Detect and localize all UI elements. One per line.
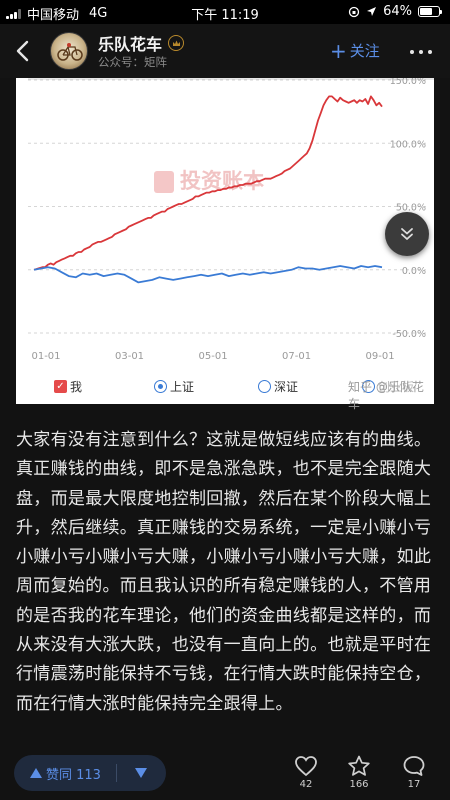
status-right: 64% <box>348 4 442 19</box>
battery-icon <box>418 6 442 17</box>
downvote-button[interactable] <box>117 768 165 778</box>
radio-selected-icon <box>154 380 167 393</box>
bicycle-icon <box>57 43 83 61</box>
scroll-down-button[interactable] <box>385 212 429 256</box>
bottom-action-bar: 赞同 113 42 166 17 <box>0 745 450 800</box>
follow-button[interactable]: + 关注 <box>330 40 380 61</box>
legend-label: 深证 <box>274 380 299 394</box>
zhihu-watermark: 知乎 @乐队花车 <box>348 380 424 411</box>
radio-icon <box>258 380 271 393</box>
location-icon <box>367 7 377 16</box>
comment-button[interactable]: 17 <box>396 755 432 790</box>
x-tick-label: 05-01 <box>199 351 228 362</box>
vote-control: 赞同 113 <box>14 755 166 791</box>
like-button[interactable]: 42 <box>288 755 324 790</box>
upvote-label: 赞同 113 <box>46 767 101 783</box>
chart-svg: 150.0%100.0%50.0%0.0%-50.0%投资账本01-01 03-0… <box>28 78 434 362</box>
series-line-shanghai <box>33 265 383 284</box>
legend-item-mine[interactable]: ✓ 我 <box>54 378 82 395</box>
account-header: 乐队花车 公众号：矩阵 + 关注 <box>0 24 450 78</box>
comment-bubble-icon <box>403 756 425 776</box>
watermark-logo-icon <box>154 171 174 193</box>
triangle-up-icon <box>30 768 42 778</box>
lock-rotation-icon <box>348 6 360 17</box>
x-tick-label: 03-01 <box>115 351 144 362</box>
back-arrow-icon[interactable] <box>12 38 34 64</box>
more-options-icon[interactable] <box>410 50 432 54</box>
like-count: 42 <box>299 779 313 790</box>
legend-item-shenzhen[interactable]: 深证 <box>258 378 298 395</box>
double-chevron-down-icon <box>401 228 413 240</box>
checkbox-icon: ✓ <box>54 380 67 393</box>
verified-badge-icon <box>168 35 185 51</box>
legend-item-shanghai[interactable]: 上证 <box>154 378 194 395</box>
account-name[interactable]: 乐队花车 <box>98 31 185 55</box>
y-tick-label: 100.0% <box>390 139 426 150</box>
legend-label: 上证 <box>170 380 195 394</box>
y-tick-label: -50.0% <box>392 329 426 340</box>
y-tick-label: 0.0% <box>402 266 426 277</box>
return-curve-chart: 150.0% 100.0% 50.0% 0.0% -50.0% 投资账本 01-01 03-0… <box>16 78 434 411</box>
favorite-count: 166 <box>349 779 369 790</box>
account-id: 公众号：矩阵 <box>98 55 167 69</box>
legend-label: 我 <box>70 380 83 394</box>
avatar[interactable] <box>50 32 88 70</box>
comment-count: 17 <box>407 779 421 790</box>
follow-label: 关注 <box>349 42 380 60</box>
heart-icon <box>295 756 317 777</box>
x-tick-label: 09-01 <box>366 351 395 362</box>
account-name-label: 乐队花车 <box>98 35 163 54</box>
upvote-button[interactable]: 赞同 113 <box>14 764 116 783</box>
y-tick-label: 150.0% <box>390 78 426 87</box>
battery-percent: 64% <box>383 4 412 19</box>
star-icon <box>348 755 370 776</box>
plus-icon: + <box>330 38 347 63</box>
favorite-button[interactable]: 166 <box>341 755 377 790</box>
x-tick-label: 07-01 <box>282 351 311 362</box>
triangle-down-icon <box>135 768 147 778</box>
status-bar: 中国移动 4G 下午 11:19 64% <box>0 0 450 24</box>
article-body: 大家有没有注意到什么？这就是做短线应该有的曲线。真正赚钱的曲线，即不是急涨急跌，… <box>16 430 432 714</box>
x-tick-label: 01-01 <box>31 351 60 362</box>
